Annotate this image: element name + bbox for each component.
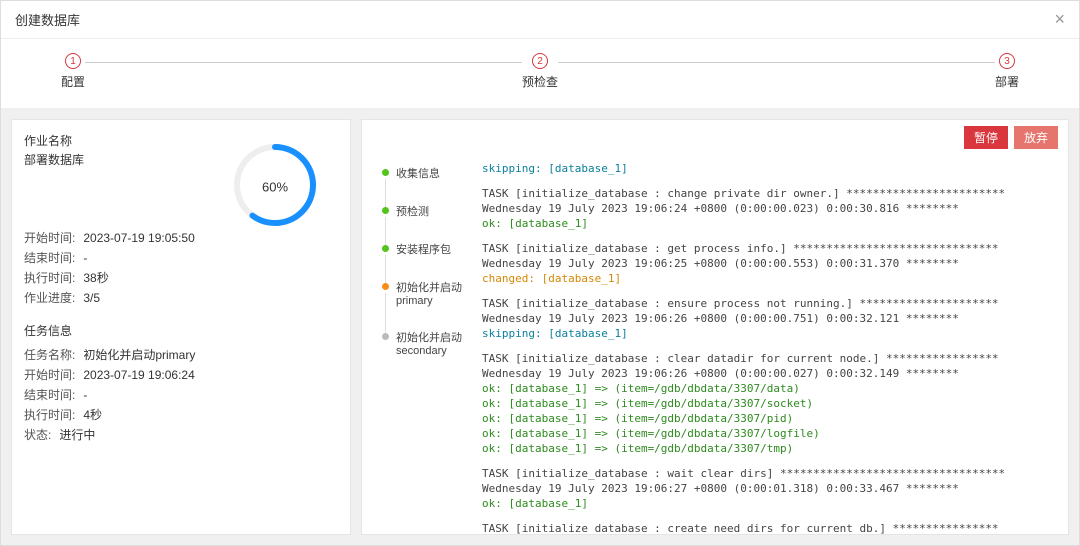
info-row: 作业进度: 3/5 xyxy=(24,288,338,308)
step-deploy: 3 部署 xyxy=(995,53,1019,90)
step-connector xyxy=(85,62,522,63)
close-icon[interactable]: × xyxy=(1054,9,1065,30)
info-key: 结束时间: xyxy=(24,385,75,405)
step-label: 预检查 xyxy=(522,73,558,90)
log-line: ok: [database_1] xyxy=(482,496,1058,511)
info-row: 开始时间: 2023-07-19 19:06:24 xyxy=(24,365,338,385)
modal-title: 创建数据库 xyxy=(15,10,80,29)
info-key: 任务名称: xyxy=(24,345,75,365)
log-area[interactable]: skipping: [database_1] TASK [initialize_d… xyxy=(472,155,1068,534)
info-row: 状态: 进行中 xyxy=(24,425,338,445)
info-key: 执行时间: xyxy=(24,405,75,425)
log-line: Wednesday 19 July 2023 19:06:25 +0800 (0… xyxy=(482,256,1058,271)
info-row: 结束时间:- xyxy=(24,385,338,405)
info-value: 2023-07-19 19:06:24 xyxy=(83,365,194,385)
log-line: TASK [initialize_database : create need … xyxy=(482,521,1058,534)
info-row: 任务名称: 初始化并启动primary xyxy=(24,345,338,365)
info-value: 2023-07-19 19:05:50 xyxy=(83,228,194,248)
step-precheck: 2 预检查 xyxy=(522,53,558,90)
log-line: Wednesday 19 July 2023 19:06:24 +0800 (0… xyxy=(482,201,1058,216)
right-header: 暂停 放弃 xyxy=(362,120,1068,155)
job-info-list: 开始时间:2023-07-19 19:05:50结束时间:-执行时间:38秒作业… xyxy=(24,228,338,308)
log-block: TASK [initialize_database : wait clear d… xyxy=(482,466,1058,511)
info-value: - xyxy=(83,385,87,405)
log-line: ok: [database_1] xyxy=(482,216,1058,231)
progress-ring: 60% xyxy=(230,140,320,233)
info-key: 作业进度: xyxy=(24,288,75,308)
log-line: TASK [initialize_database : change priva… xyxy=(482,186,1058,201)
timeline-item[interactable]: 安装程序包 xyxy=(378,241,464,279)
timeline-item[interactable]: 预检测 xyxy=(378,203,464,241)
info-key: 结束时间: xyxy=(24,248,75,268)
log-line: ok: [database_1] => (item=/gdb/dbdata/33… xyxy=(482,411,1058,426)
info-row: 结束时间:- xyxy=(24,248,338,268)
log-block: TASK [initialize_database : create need … xyxy=(482,521,1058,534)
info-row: 执行时间: 38秒 xyxy=(24,268,338,288)
info-key: 执行时间: xyxy=(24,268,75,288)
info-key: 状态: xyxy=(24,425,51,445)
timeline-item[interactable]: 初始化并启动secondary xyxy=(378,329,464,379)
modal: 创建数据库 × 1 配置 2 预检查 3 部署 作业名称 部署数据库 xyxy=(0,0,1080,546)
step-config: 1 配置 xyxy=(61,53,85,90)
log-line: skipping: [database_1] xyxy=(482,161,1058,176)
steps-bar: 1 配置 2 预检查 3 部署 xyxy=(1,39,1079,109)
timeline-item[interactable]: 收集信息 xyxy=(378,165,464,203)
log-block: TASK [initialize_database : clear datadi… xyxy=(482,351,1058,456)
info-value: 初始化并启动primary xyxy=(83,345,195,365)
left-panel: 作业名称 部署数据库 60% 开始时间:2023-07-19 19:05:50结… xyxy=(11,119,351,535)
log-line: skipping: [database_1] xyxy=(482,326,1058,341)
log-block: skipping: [database_1] xyxy=(482,161,1058,176)
step-number-icon: 3 xyxy=(999,53,1015,69)
log-line: ok: [database_1] => (item=/gdb/dbdata/33… xyxy=(482,426,1058,441)
step-label: 部署 xyxy=(995,73,1019,90)
log-line: TASK [initialize_database : wait clear d… xyxy=(482,466,1058,481)
log-block: TASK [initialize_database : get process … xyxy=(482,241,1058,286)
step-connector xyxy=(558,62,995,63)
log-line: TASK [initialize_database : get process … xyxy=(482,241,1058,256)
info-value: - xyxy=(83,248,87,268)
info-value: 4秒 xyxy=(83,405,102,425)
task-info-list: 任务名称: 初始化并启动primary 开始时间: 2023-07-19 19:06:… xyxy=(24,345,338,445)
log-line: Wednesday 19 July 2023 19:06:26 +0800 (0… xyxy=(482,366,1058,381)
right-panel: 暂停 放弃 收集信息预检测安装程序包初始化并启动primary初始化并启动sec… xyxy=(361,119,1069,535)
log-line: Wednesday 19 July 2023 19:06:26 +0800 (0… xyxy=(482,311,1058,326)
log-line: changed: [database_1] xyxy=(482,271,1058,286)
info-value: 3/5 xyxy=(83,288,100,308)
progress-percentage: 60% xyxy=(262,179,288,194)
info-value: 38秒 xyxy=(83,268,108,288)
timeline-item[interactable]: 初始化并启动primary xyxy=(378,279,464,329)
right-body: 收集信息预检测安装程序包初始化并启动primary初始化并启动secondary… xyxy=(362,155,1068,534)
log-line: ok: [database_1] => (item=/gdb/dbdata/33… xyxy=(482,441,1058,456)
info-key: 开始时间: xyxy=(24,365,75,385)
log-block: TASK [initialize_database : ensure proce… xyxy=(482,296,1058,341)
task-section-title: 任务信息 xyxy=(24,322,338,339)
pause-button[interactable]: 暂停 xyxy=(964,126,1008,149)
log-block: TASK [initialize_database : change priva… xyxy=(482,186,1058,231)
log-line: ok: [database_1] => (item=/gdb/dbdata/33… xyxy=(482,381,1058,396)
log-line: TASK [initialize_database : clear datadi… xyxy=(482,351,1058,366)
log-line: ok: [database_1] => (item=/gdb/dbdata/33… xyxy=(482,396,1058,411)
step-number-icon: 1 xyxy=(65,53,81,69)
content: 作业名称 部署数据库 60% 开始时间:2023-07-19 19:05:50结… xyxy=(1,109,1079,545)
info-row: 执行时间: 4秒 xyxy=(24,405,338,425)
step-label: 配置 xyxy=(61,73,85,90)
log-line: TASK [initialize_database : ensure proce… xyxy=(482,296,1058,311)
info-value: 进行中 xyxy=(59,425,95,445)
step-number-icon: 2 xyxy=(532,53,548,69)
timeline: 收集信息预检测安装程序包初始化并启动primary初始化并启动secondary xyxy=(362,155,472,534)
log-line: Wednesday 19 July 2023 19:06:27 +0800 (0… xyxy=(482,481,1058,496)
discard-button[interactable]: 放弃 xyxy=(1014,126,1058,149)
modal-header: 创建数据库 × xyxy=(1,1,1079,39)
info-key: 开始时间: xyxy=(24,228,75,248)
